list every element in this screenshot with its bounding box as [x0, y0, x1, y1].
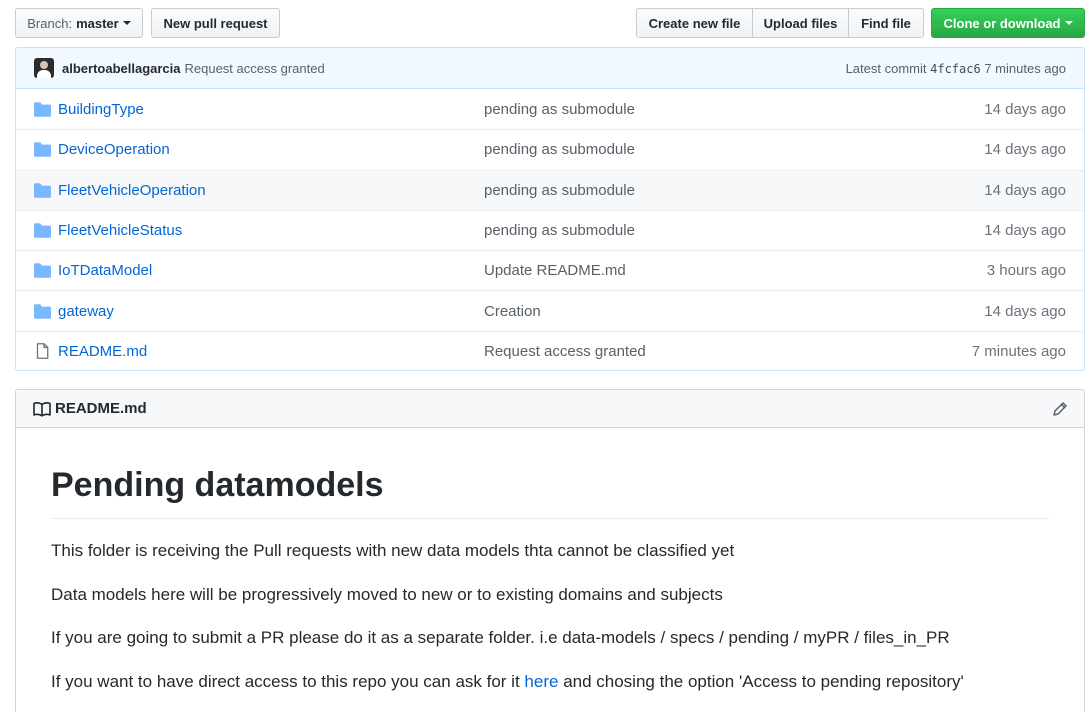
branch-name: master: [76, 15, 119, 31]
file-commit-message[interactable]: Update README.md: [484, 262, 944, 279]
file-age: 14 days ago: [984, 222, 1066, 240]
readme-content: Pending datamodels This folder is receiv…: [16, 428, 1084, 694]
file-list: BuildingType pending as submodule 14 day…: [16, 89, 1084, 370]
commit-sha[interactable]: 4fcfac6: [930, 62, 981, 76]
file-commit-message[interactable]: Request access granted: [484, 343, 944, 360]
readme-paragraph: This folder is receiving the Pull reques…: [51, 541, 735, 560]
readme-text: and chosing the option 'Access to pendin…: [563, 671, 964, 691]
readme-text: If you want to have direct access to thi…: [51, 671, 520, 691]
file-name-link[interactable]: FleetVehicleStatus: [58, 222, 484, 239]
readme-paragraph: If you are going to submit a PR please d…: [51, 628, 950, 647]
file-age: 7 minutes ago: [971, 342, 1066, 360]
folder-icon: [16, 263, 58, 279]
folder-icon: [16, 223, 58, 238]
here-link[interactable]: here: [524, 672, 558, 691]
latest-commit-info: Latest commit 4fcfac6 7 minutes ago: [846, 61, 1066, 76]
readme-filename: README.md: [55, 400, 147, 417]
file-row: BuildingType pending as submodule 14 day…: [16, 89, 1084, 129]
readme-panel: README.md Pending datamodels This folder…: [15, 389, 1085, 712]
commit-message[interactable]: Request access granted: [185, 61, 325, 76]
folder-icon: [16, 182, 58, 198]
file-name-link[interactable]: DeviceOperation: [58, 141, 484, 158]
commit-time: 7 minutes ago: [984, 60, 1066, 76]
caret-down-icon: [122, 21, 131, 25]
file-name-link[interactable]: BuildingType: [58, 101, 484, 118]
readme-paragraph: If you want to have direct access to thi…: [51, 670, 1049, 694]
folder-icon: [16, 142, 58, 158]
file-name-link[interactable]: IoTDataModel: [58, 262, 484, 279]
file-commit-message[interactable]: Creation: [484, 303, 944, 320]
file-icon: [16, 343, 58, 360]
clone-or-download-label: Clone or download: [943, 15, 1061, 31]
file-age: 14 days ago: [984, 302, 1066, 320]
file-row: IoTDataModel Update README.md 3 hours ag…: [16, 250, 1084, 290]
file-name-link[interactable]: README.md: [58, 343, 484, 360]
clone-or-download-button[interactable]: Clone or download: [931, 8, 1085, 38]
file-row: FleetVehicleOperation pending as submodu…: [16, 169, 1084, 210]
commit-author[interactable]: albertoabellagarcia: [62, 61, 181, 76]
file-name-link[interactable]: gateway: [58, 303, 484, 320]
readme-header: README.md: [16, 390, 1084, 428]
pencil-icon[interactable]: [1052, 401, 1068, 417]
file-actions-group: Create new file Upload files Find file: [636, 8, 924, 38]
branch-select-button[interactable]: Branch: master: [15, 8, 143, 38]
file-commit-message[interactable]: pending as submodule: [484, 101, 944, 118]
create-new-file-button[interactable]: Create new file: [637, 9, 753, 37]
readme-heading: Pending datamodels: [51, 464, 1049, 519]
upload-files-button[interactable]: Upload files: [753, 9, 849, 37]
caret-down-icon: [1064, 21, 1073, 25]
latest-commit-label: Latest commit: [845, 60, 927, 76]
folder-icon: [16, 101, 58, 117]
file-row: README.md Request access granted 7 minut…: [16, 330, 1084, 370]
file-row: gateway Creation 14 days ago: [16, 290, 1084, 330]
file-name-link[interactable]: FleetVehicleOperation: [58, 182, 484, 199]
latest-commit-bar: albertoabellagarcia Request access grant…: [16, 48, 1084, 89]
readme-paragraph: Data models here will be progressively m…: [51, 584, 723, 604]
file-age: 14 days ago: [984, 100, 1066, 118]
book-icon: [33, 401, 51, 417]
file-commit-message[interactable]: pending as submodule: [484, 222, 944, 239]
file-age: 14 days ago: [984, 141, 1066, 159]
branch-prefix: Branch:: [27, 15, 73, 31]
file-row: DeviceOperation pending as submodule 14 …: [16, 129, 1084, 169]
file-commit-message[interactable]: pending as submodule: [484, 141, 944, 158]
new-pull-request-button[interactable]: New pull request: [151, 8, 280, 38]
find-file-button[interactable]: Find file: [849, 9, 923, 37]
file-age: 3 hours ago: [986, 262, 1066, 280]
avatar[interactable]: [34, 58, 54, 78]
file-row: FleetVehicleStatus pending as submodule …: [16, 209, 1084, 250]
file-age: 14 days ago: [984, 181, 1066, 199]
file-navigation: albertoabellagarcia Request access grant…: [15, 47, 1085, 371]
file-commit-message[interactable]: pending as submodule: [484, 182, 944, 199]
folder-icon: [16, 303, 58, 319]
